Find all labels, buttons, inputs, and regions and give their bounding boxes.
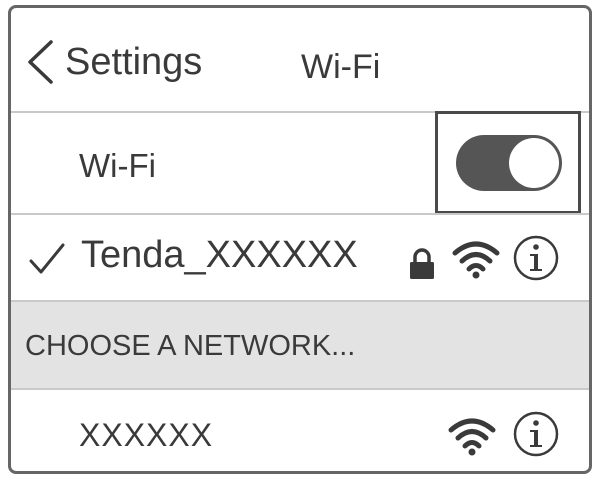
section-label: CHOOSE A NETWORK... [25, 330, 356, 362]
network-list-item[interactable]: XXXXXX [11, 390, 589, 471]
lock-icon [410, 248, 434, 279]
page-title: Wi-Fi [301, 48, 381, 86]
connected-network-name: Tenda_XXXXXX [81, 234, 358, 276]
toggle-highlight-box [435, 111, 581, 214]
wifi-settings-screen: Settings Wi-Fi Wi-Fi Tenda_XXXXXX CHOOSE… [8, 5, 592, 474]
wifi-signal-icon [448, 418, 496, 456]
chevron-left-icon [28, 40, 53, 84]
wifi-toggle-row: Wi-Fi [11, 111, 589, 214]
choose-network-section-header: CHOOSE A NETWORK... [11, 302, 589, 388]
wifi-toggle-switch[interactable] [456, 135, 562, 191]
network-name: XXXXXX [79, 417, 214, 453]
nav-header: Settings Wi-Fi [11, 8, 589, 111]
back-button[interactable]: Settings [25, 38, 202, 86]
connected-network-row[interactable]: Tenda_XXXXXX [11, 215, 589, 300]
back-label: Settings [65, 41, 203, 83]
checkmark-icon [29, 243, 65, 274]
toggle-knob [509, 138, 559, 188]
wifi-toggle-label: Wi-Fi [79, 147, 156, 184]
info-icon[interactable] [513, 411, 559, 457]
info-icon[interactable] [513, 235, 559, 281]
wifi-signal-icon [452, 241, 500, 279]
